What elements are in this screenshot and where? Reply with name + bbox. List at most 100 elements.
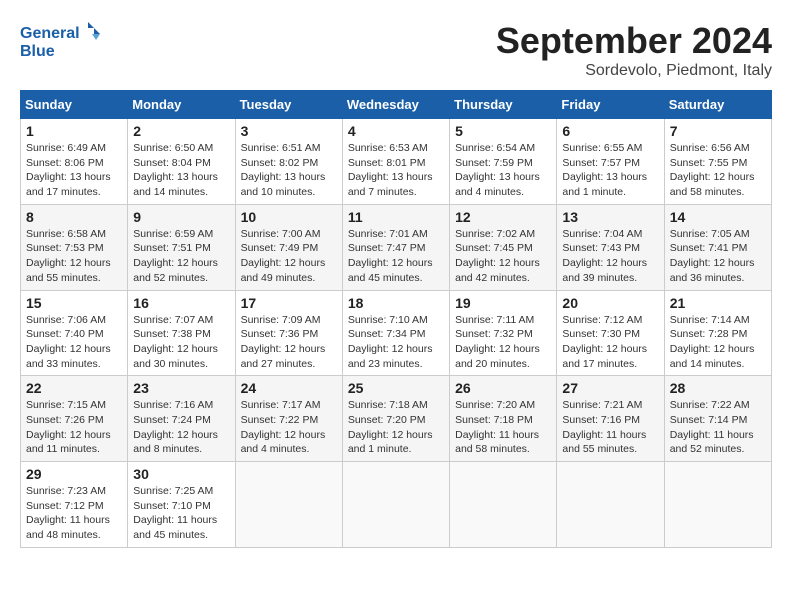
calendar-week-row: 15 Sunrise: 7:06 AM Sunset: 7:40 PM Dayli…	[21, 290, 772, 376]
day-number: 17	[241, 295, 337, 311]
calendar-cell	[450, 462, 557, 548]
calendar-cell: 7 Sunrise: 6:56 AM Sunset: 7:55 PM Daylig…	[664, 119, 771, 205]
day-number: 8	[26, 209, 122, 225]
day-number: 9	[133, 209, 229, 225]
calendar-cell: 18 Sunrise: 7:10 AM Sunset: 7:34 PM Dayli…	[342, 290, 449, 376]
day-number: 29	[26, 466, 122, 482]
day-number: 23	[133, 380, 229, 396]
month-title: September 2024	[496, 20, 772, 62]
day-number: 1	[26, 123, 122, 139]
day-detail: Sunrise: 7:17 AM Sunset: 7:22 PM Dayligh…	[241, 398, 337, 457]
calendar-cell	[664, 462, 771, 548]
calendar-cell: 24 Sunrise: 7:17 AM Sunset: 7:22 PM Dayli…	[235, 376, 342, 462]
day-detail: Sunrise: 7:07 AM Sunset: 7:38 PM Dayligh…	[133, 313, 229, 372]
calendar-table: SundayMondayTuesdayWednesdayThursdayFrid…	[20, 90, 772, 548]
calendar-cell: 26 Sunrise: 7:20 AM Sunset: 7:18 PM Dayli…	[450, 376, 557, 462]
day-number: 13	[562, 209, 658, 225]
day-number: 12	[455, 209, 551, 225]
col-header-saturday: Saturday	[664, 91, 771, 119]
day-number: 22	[26, 380, 122, 396]
day-number: 3	[241, 123, 337, 139]
logo: General Blue	[20, 20, 100, 65]
day-detail: Sunrise: 7:02 AM Sunset: 7:45 PM Dayligh…	[455, 227, 551, 286]
calendar-cell: 6 Sunrise: 6:55 AM Sunset: 7:57 PM Daylig…	[557, 119, 664, 205]
day-detail: Sunrise: 7:20 AM Sunset: 7:18 PM Dayligh…	[455, 398, 551, 457]
day-detail: Sunrise: 7:21 AM Sunset: 7:16 PM Dayligh…	[562, 398, 658, 457]
day-number: 24	[241, 380, 337, 396]
day-number: 26	[455, 380, 551, 396]
calendar-cell: 22 Sunrise: 7:15 AM Sunset: 7:26 PM Dayli…	[21, 376, 128, 462]
day-detail: Sunrise: 6:55 AM Sunset: 7:57 PM Dayligh…	[562, 141, 658, 200]
day-detail: Sunrise: 6:50 AM Sunset: 8:04 PM Dayligh…	[133, 141, 229, 200]
calendar-cell: 27 Sunrise: 7:21 AM Sunset: 7:16 PM Dayli…	[557, 376, 664, 462]
svg-text:Blue: Blue	[20, 43, 55, 60]
day-detail: Sunrise: 7:23 AM Sunset: 7:12 PM Dayligh…	[26, 484, 122, 543]
day-number: 28	[670, 380, 766, 396]
calendar-cell: 8 Sunrise: 6:58 AM Sunset: 7:53 PM Daylig…	[21, 204, 128, 290]
calendar-cell: 15 Sunrise: 7:06 AM Sunset: 7:40 PM Dayli…	[21, 290, 128, 376]
day-detail: Sunrise: 7:06 AM Sunset: 7:40 PM Dayligh…	[26, 313, 122, 372]
day-detail: Sunrise: 6:59 AM Sunset: 7:51 PM Dayligh…	[133, 227, 229, 286]
day-detail: Sunrise: 7:09 AM Sunset: 7:36 PM Dayligh…	[241, 313, 337, 372]
calendar-cell: 19Sunrise: 7:11 AM Sunset: 7:32 PM Dayli…	[450, 290, 557, 376]
calendar-cell: 11Sunrise: 7:01 AM Sunset: 7:47 PM Dayli…	[342, 204, 449, 290]
col-header-monday: Monday	[128, 91, 235, 119]
calendar-cell: 2 Sunrise: 6:50 AM Sunset: 8:04 PM Daylig…	[128, 119, 235, 205]
calendar-week-row: 1Sunrise: 6:49 AM Sunset: 8:06 PM Daylig…	[21, 119, 772, 205]
day-number: 27	[562, 380, 658, 396]
calendar-cell: 29 Sunrise: 7:23 AM Sunset: 7:12 PM Dayli…	[21, 462, 128, 548]
day-detail: Sunrise: 7:18 AM Sunset: 7:20 PM Dayligh…	[348, 398, 444, 457]
calendar-cell: 12 Sunrise: 7:02 AM Sunset: 7:45 PM Dayli…	[450, 204, 557, 290]
day-detail: Sunrise: 7:15 AM Sunset: 7:26 PM Dayligh…	[26, 398, 122, 457]
day-number: 15	[26, 295, 122, 311]
calendar-cell: 14Sunrise: 7:05 AM Sunset: 7:41 PM Dayli…	[664, 204, 771, 290]
day-detail: Sunrise: 7:01 AM Sunset: 7:47 PM Dayligh…	[348, 227, 444, 286]
day-detail: Sunrise: 7:11 AM Sunset: 7:32 PM Dayligh…	[455, 313, 551, 372]
calendar-week-row: 8 Sunrise: 6:58 AM Sunset: 7:53 PM Daylig…	[21, 204, 772, 290]
day-number: 21	[670, 295, 766, 311]
col-header-wednesday: Wednesday	[342, 91, 449, 119]
calendar-cell: 30Sunrise: 7:25 AM Sunset: 7:10 PM Dayli…	[128, 462, 235, 548]
calendar-cell	[557, 462, 664, 548]
day-number: 4	[348, 123, 444, 139]
day-detail: Sunrise: 6:56 AM Sunset: 7:55 PM Dayligh…	[670, 141, 766, 200]
day-detail: Sunrise: 7:22 AM Sunset: 7:14 PM Dayligh…	[670, 398, 766, 457]
calendar-cell: 28 Sunrise: 7:22 AM Sunset: 7:14 PM Dayli…	[664, 376, 771, 462]
day-detail: Sunrise: 6:54 AM Sunset: 7:59 PM Dayligh…	[455, 141, 551, 200]
day-detail: Sunrise: 6:51 AM Sunset: 8:02 PM Dayligh…	[241, 141, 337, 200]
day-number: 30	[133, 466, 229, 482]
day-number: 18	[348, 295, 444, 311]
day-number: 7	[670, 123, 766, 139]
day-detail: Sunrise: 6:58 AM Sunset: 7:53 PM Dayligh…	[26, 227, 122, 286]
calendar-cell: 13 Sunrise: 7:04 AM Sunset: 7:43 PM Dayli…	[557, 204, 664, 290]
day-detail: Sunrise: 7:04 AM Sunset: 7:43 PM Dayligh…	[562, 227, 658, 286]
day-detail: Sunrise: 7:12 AM Sunset: 7:30 PM Dayligh…	[562, 313, 658, 372]
calendar-week-row: 29 Sunrise: 7:23 AM Sunset: 7:12 PM Dayli…	[21, 462, 772, 548]
day-number: 14	[670, 209, 766, 225]
calendar-cell: 25 Sunrise: 7:18 AM Sunset: 7:20 PM Dayli…	[342, 376, 449, 462]
day-number: 25	[348, 380, 444, 396]
calendar-week-row: 22 Sunrise: 7:15 AM Sunset: 7:26 PM Dayli…	[21, 376, 772, 462]
day-detail: Sunrise: 7:16 AM Sunset: 7:24 PM Dayligh…	[133, 398, 229, 457]
calendar-cell: 4 Sunrise: 6:53 AM Sunset: 8:01 PM Daylig…	[342, 119, 449, 205]
calendar-cell	[342, 462, 449, 548]
calendar-cell	[235, 462, 342, 548]
day-number: 10	[241, 209, 337, 225]
location-subtitle: Sordevolo, Piedmont, Italy	[496, 62, 772, 80]
title-block: September 2024 Sordevolo, Piedmont, Ital…	[496, 20, 772, 80]
day-detail: Sunrise: 6:53 AM Sunset: 8:01 PM Dayligh…	[348, 141, 444, 200]
col-header-sunday: Sunday	[21, 91, 128, 119]
calendar-cell: 10Sunrise: 7:00 AM Sunset: 7:49 PM Dayli…	[235, 204, 342, 290]
day-number: 16	[133, 295, 229, 311]
calendar-cell: 3 Sunrise: 6:51 AM Sunset: 8:02 PM Daylig…	[235, 119, 342, 205]
day-number: 2	[133, 123, 229, 139]
logo-svg: General Blue	[20, 20, 100, 65]
day-number: 20	[562, 295, 658, 311]
calendar-header-row: SundayMondayTuesdayWednesdayThursdayFrid…	[21, 91, 772, 119]
col-header-thursday: Thursday	[450, 91, 557, 119]
calendar-cell: 17 Sunrise: 7:09 AM Sunset: 7:36 PM Dayli…	[235, 290, 342, 376]
calendar-cell: 16 Sunrise: 7:07 AM Sunset: 7:38 PM Dayli…	[128, 290, 235, 376]
day-detail: Sunrise: 7:10 AM Sunset: 7:34 PM Dayligh…	[348, 313, 444, 372]
calendar-cell: 21Sunrise: 7:14 AM Sunset: 7:28 PM Dayli…	[664, 290, 771, 376]
day-number: 6	[562, 123, 658, 139]
